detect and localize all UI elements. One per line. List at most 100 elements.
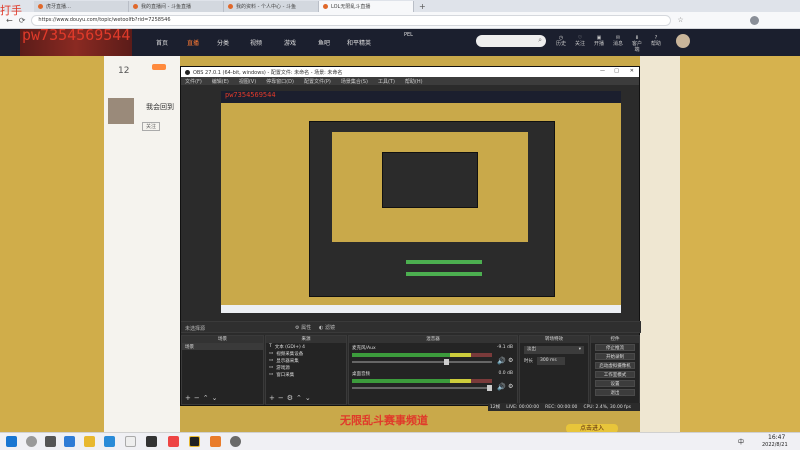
favorite-star-icon[interactable]: ☆ [677,16,683,24]
volume-slider[interactable] [352,359,492,365]
edge-icon[interactable] [64,436,75,447]
obs-icon[interactable] [189,436,200,447]
duration-label: 时长 [524,359,533,364]
menu-scene-collection[interactable]: 场景集合(S) [341,78,368,85]
browser-tab[interactable]: 虎牙直播… [34,1,129,12]
duration-input[interactable]: 300 ms [537,357,565,365]
source-item[interactable]: T 文本 (GDI+) 4 [266,343,346,350]
move-up-icon[interactable]: ⌃ [296,394,305,402]
preview-taskbar [221,305,621,313]
clock-date[interactable]: 2022/8/21 [762,442,788,448]
source-item[interactable]: ▭ 视频采集设备 [266,350,346,357]
transition-select[interactable]: 淡出 ▾ [524,346,584,354]
help-icon[interactable]: ? 帮助 [649,35,663,47]
app-icon[interactable] [146,436,157,447]
exit-button[interactable]: 退出 [595,389,635,396]
app-icon[interactable] [230,436,241,447]
source-item[interactable]: ▭ 窗口采集 [266,371,346,378]
gear-icon[interactable]: ⚙ [508,383,513,390]
channel-db: -9.1 dB [496,345,513,350]
nav-home[interactable]: 首页 [156,38,168,47]
nav-event-badge[interactable]: PEL [404,32,413,38]
douyu-icon[interactable] [168,436,179,447]
add-icon[interactable]: + [269,394,278,402]
gear-icon[interactable]: ⚙ [287,394,296,402]
menu-edit[interactable]: 编辑(E) [212,78,229,85]
minimize-icon[interactable]: — [600,68,605,74]
close-icon[interactable]: ✕ [630,68,634,74]
start-recording-button[interactable]: 开始录制 [595,353,635,360]
studio-mode-button[interactable]: 工作室模式 [595,371,635,378]
remove-icon[interactable]: − [194,394,203,402]
url-input[interactable]: https://www.douyu.com/topic/wetoolfb?rid… [31,14,672,26]
follow-button[interactable]: 关注 [142,122,161,131]
gear-icon[interactable]: ⚙ [508,357,513,364]
nav-video[interactable]: 视频 [250,38,262,47]
menu-tools[interactable]: 工具(T) [378,78,395,85]
browser-icon[interactable] [125,436,136,447]
nav-fishbar[interactable]: 鱼吧 [318,38,330,47]
source-item[interactable]: ▭ 显示器采集 [266,357,346,364]
nav-category[interactable]: 分类 [217,38,229,47]
menu-help[interactable]: 帮助(H) [405,78,423,85]
start-icon[interactable] [6,436,17,447]
move-down-icon[interactable]: ⌄ [212,394,221,402]
camera-icon: ▭ [269,351,274,356]
live-timer: LIVE: 00:00:00 [506,404,540,410]
remove-icon[interactable]: − [278,394,287,402]
scene-item[interactable]: 场景 [182,343,263,350]
obs-preview[interactable]: pw7354569544 [221,91,621,313]
obs-window: OBS 27.0.1 (64-bit, windows) - 配置文件: 未命名… [180,66,641,406]
menu-view[interactable]: 视图(V) [239,78,256,85]
new-tab-icon[interactable]: + [419,2,426,11]
properties-button[interactable]: ⚙ 属性 [295,324,311,331]
search-icon[interactable] [26,436,37,447]
profile-avatar[interactable] [749,15,759,25]
ime-indicator[interactable]: 中 [738,437,744,446]
message-icon[interactable]: ✉ 消息 [611,35,625,47]
menu-file[interactable]: 文件(F) [185,78,202,85]
nav-peace-elite[interactable]: 和平精英 [347,38,371,47]
speaker-icon[interactable]: 🔊 [497,357,506,365]
streamer-avatar[interactable] [108,98,134,124]
broadcast-icon[interactable]: ▣ 开播 [592,35,606,47]
client-download-icon[interactable]: ⬇ 客户端 [630,35,644,53]
site-search-input[interactable]: ⌕ [476,35,546,47]
move-up-icon[interactable]: ⌃ [203,394,212,402]
move-down-icon[interactable]: ⌄ [305,394,314,402]
source-label: 视频采集设备 [276,351,304,357]
explorer-icon[interactable] [84,436,95,447]
volume-slider[interactable] [352,385,492,391]
nav-live[interactable]: 直播 [187,38,199,47]
sources-controls: +−⚙⌃⌄ [269,394,314,402]
follow-icon[interactable]: ♡ 关注 [573,35,587,47]
add-icon[interactable]: + [185,394,194,402]
streamer-name[interactable]: 我会回到 [146,102,174,112]
stop-streaming-button[interactable]: 停止推流 [595,344,635,351]
menu-docks[interactable]: 停靠窗口(D) [266,78,294,85]
speaker-icon[interactable]: 🔊 [497,383,506,391]
maximize-icon[interactable]: □ [614,68,619,74]
task-view-icon[interactable] [45,436,56,447]
nav-icon-label: 帮助 [650,41,661,47]
browser-tab[interactable]: 我的直播间 - 斗鱼直播 [129,1,224,12]
store-icon[interactable] [104,436,115,447]
browser-tab-active[interactable]: LOL无限乱斗直播 [319,1,414,12]
obs-titlebar: OBS 27.0.1 (64-bit, windows) - 配置文件: 未命名… [181,67,639,77]
virtual-camera-button[interactable]: 启动虚拟摄像机 [595,362,635,369]
slider-handle[interactable] [487,385,492,391]
menu-profile[interactable]: 配置文件(P) [304,78,331,85]
nav-games[interactable]: 游戏 [284,38,296,47]
nav-icon-label: 历史 [555,41,566,47]
app-icon[interactable] [210,436,221,447]
clock-time[interactable]: 16:47 [768,434,785,441]
search-icon[interactable]: ⌕ [538,36,542,45]
preview-inner-mixer-2 [406,272,482,276]
user-avatar[interactable] [676,34,690,48]
browser-tab[interactable]: 我的资料 - 个人中心 - 斗鱼 [224,1,319,12]
slider-handle[interactable] [444,359,449,365]
history-icon[interactable]: ◷ 历史 [554,35,568,47]
settings-button[interactable]: 设置 [595,380,635,387]
filters-button[interactable]: ◐ 滤镜 [319,324,335,331]
source-item[interactable]: ▭ 游戏源 [266,364,346,371]
